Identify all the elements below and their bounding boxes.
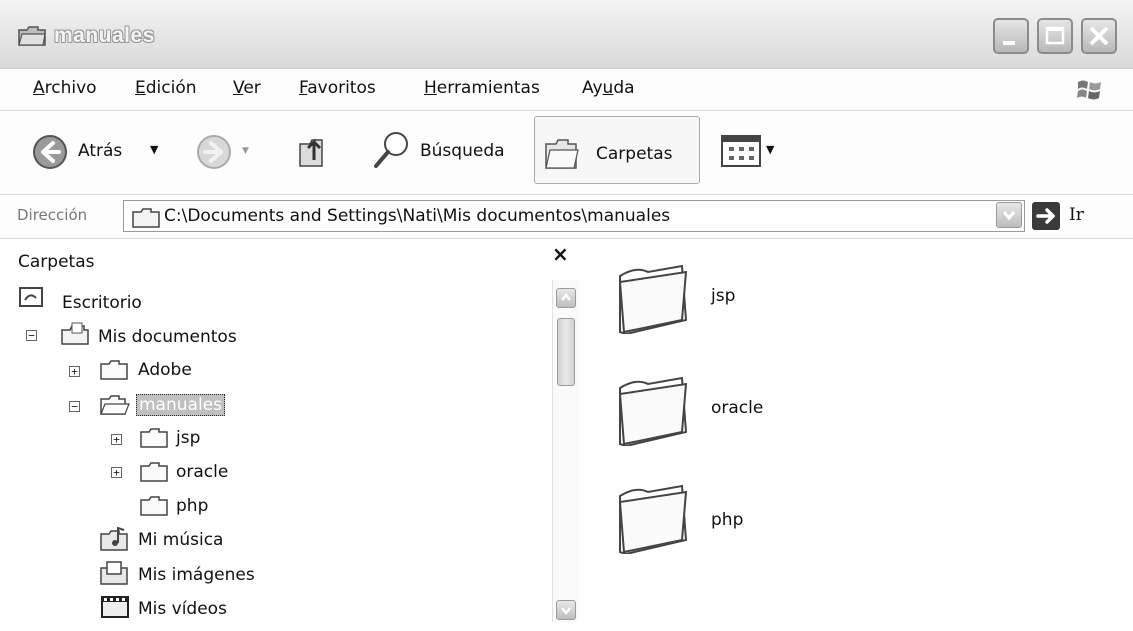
go-arrow-icon xyxy=(1036,208,1055,224)
up-folder-icon[interactable] xyxy=(294,130,332,170)
menu-ver-label: er xyxy=(243,78,261,98)
maximize-button[interactable] xyxy=(1037,18,1073,54)
music-folder-icon xyxy=(100,526,128,551)
close-button[interactable] xyxy=(1081,18,1117,54)
forward-dropdown-icon[interactable]: ▼ xyxy=(242,146,249,156)
menu-ver[interactable]: Ver xyxy=(233,78,261,98)
scroll-thumb[interactable] xyxy=(557,318,575,386)
menu-edicion-mnemonic: E xyxy=(135,78,146,98)
address-dropdown-button[interactable] xyxy=(996,202,1022,228)
menu-ver-mnemonic: V xyxy=(233,78,244,98)
content-item-oracle[interactable]: oracle xyxy=(711,398,763,418)
menu-archivo-mnemonic: A xyxy=(33,78,45,98)
address-value[interactable]: C:\Documents and Settings\Nati\Mis docum… xyxy=(164,206,670,226)
folders-pane-title: Carpetas xyxy=(18,252,95,272)
tree-item-mis-imagenes[interactable]: Mis imágenes xyxy=(138,565,255,585)
my-documents-icon xyxy=(61,322,89,345)
address-label: Dirección xyxy=(17,206,88,224)
folders-label: Carpetas xyxy=(596,144,673,164)
windows-logo-icon xyxy=(1077,80,1101,100)
menu-archivo[interactable]: Archivo xyxy=(33,78,97,98)
menu-edicion[interactable]: Edición xyxy=(135,78,197,98)
desktop-icon xyxy=(19,287,43,307)
tree-item-manuales[interactable]: manuales xyxy=(136,394,225,416)
tree-item-adobe[interactable]: Adobe xyxy=(138,360,192,380)
menu-favoritos[interactable]: Favoritos xyxy=(299,78,376,98)
maximize-icon xyxy=(1045,26,1065,45)
go-label[interactable]: Ir xyxy=(1069,205,1084,225)
folder-icon[interactable] xyxy=(616,482,692,554)
open-folder-icon xyxy=(100,395,130,415)
close-icon xyxy=(1089,26,1109,46)
expand-icon[interactable]: + xyxy=(69,366,80,377)
minimize-button[interactable] xyxy=(993,18,1029,54)
folder-icon[interactable] xyxy=(616,262,692,334)
tree-item-mi-musica[interactable]: Mi música xyxy=(138,530,223,550)
views-icon[interactable] xyxy=(720,134,764,168)
back-button[interactable]: Atrás xyxy=(78,141,122,161)
menu-archivo-label: rchivo xyxy=(44,78,97,98)
chevron-up-icon xyxy=(561,292,571,301)
views-dropdown-icon[interactable]: ▼ xyxy=(766,143,774,156)
content-item-jsp[interactable]: jsp xyxy=(711,286,735,306)
menu-edicion-label: dición xyxy=(145,78,197,98)
tree-item-jsp[interactable]: jsp xyxy=(176,428,200,448)
menu-favoritos-label: avoritos xyxy=(307,78,376,98)
expand-icon[interactable]: + xyxy=(111,434,122,445)
folder-icon xyxy=(100,360,128,380)
search-icon[interactable] xyxy=(372,130,412,170)
chevron-down-icon xyxy=(561,607,571,616)
expand-icon[interactable]: + xyxy=(111,467,122,478)
minimize-icon xyxy=(1003,41,1015,45)
title-bar[interactable] xyxy=(0,0,1133,69)
menu-ayuda[interactable]: Ayuda xyxy=(582,78,635,98)
folder-icon xyxy=(140,428,168,448)
menu-herramientas-label: erramientas xyxy=(436,78,540,98)
folder-icon xyxy=(18,26,46,46)
folder-icon xyxy=(140,462,168,482)
back-arrow-icon[interactable] xyxy=(32,134,68,170)
search-button[interactable]: Búsqueda xyxy=(420,141,505,161)
folder-icon xyxy=(132,208,160,228)
menu-herramientas-mnemonic: H xyxy=(424,78,437,98)
menu-ayuda-mnemonic: u xyxy=(602,78,614,98)
folders-icon xyxy=(545,139,579,169)
collapse-icon[interactable]: − xyxy=(26,330,37,341)
folder-icon[interactable] xyxy=(616,374,692,446)
content-item-php[interactable]: php xyxy=(711,510,743,530)
forward-arrow-icon[interactable] xyxy=(196,134,232,170)
scroll-up-button[interactable] xyxy=(556,288,576,308)
pictures-folder-icon xyxy=(100,561,128,585)
tree-item-escritorio[interactable]: Escritorio xyxy=(62,293,142,313)
window-title: manuales xyxy=(54,24,155,47)
menu-herramientas[interactable]: Herramientas xyxy=(424,78,540,98)
videos-folder-icon xyxy=(101,596,129,618)
collapse-icon[interactable]: − xyxy=(69,401,80,412)
tree-item-mis-videos[interactable]: Mis vídeos xyxy=(138,599,227,619)
menu-ayuda-label-end: da xyxy=(613,78,635,98)
folder-icon xyxy=(140,496,168,516)
scroll-down-button[interactable] xyxy=(556,600,576,620)
go-button[interactable] xyxy=(1032,202,1060,230)
back-dropdown-icon[interactable]: ▼ xyxy=(150,143,158,156)
folders-pane-close-icon[interactable]: × xyxy=(552,242,569,266)
tree-item-php[interactable]: php xyxy=(176,496,208,516)
tree-item-oracle[interactable]: oracle xyxy=(176,462,228,482)
tree-item-mis-documentos[interactable]: Mis documentos xyxy=(98,327,237,347)
menu-favoritos-mnemonic: F xyxy=(299,78,308,98)
menu-ayuda-label: Ay xyxy=(582,78,603,98)
chevron-down-icon xyxy=(1002,211,1016,221)
